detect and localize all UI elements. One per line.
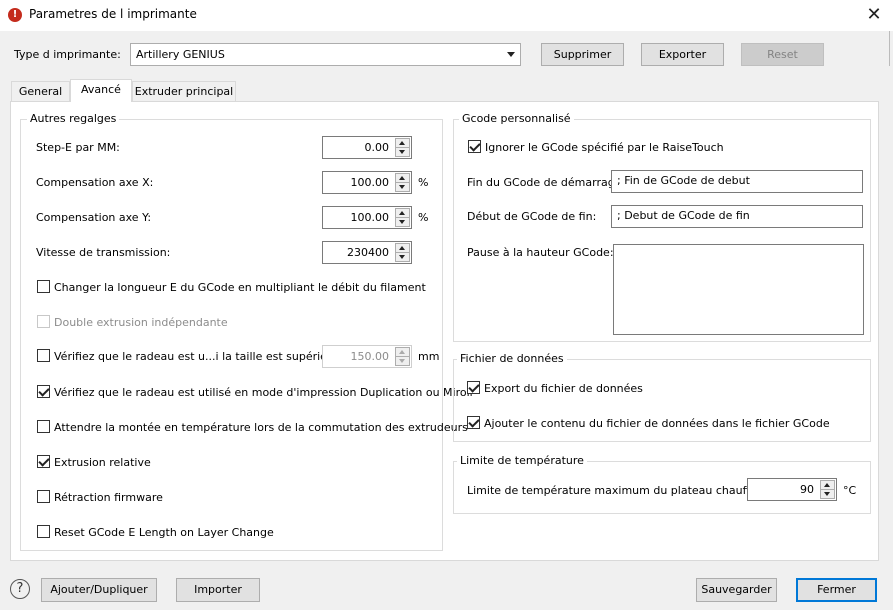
comp-x-unit: % xyxy=(418,176,429,189)
help-icon[interactable]: ? xyxy=(10,579,30,599)
comp-y-value: 100.00 xyxy=(350,211,390,224)
delete-button[interactable]: Supprimer xyxy=(541,43,624,66)
comp-x-value: 100.00 xyxy=(350,176,390,189)
firmware-retraction-checkbox[interactable] xyxy=(37,490,50,503)
baud-rate-value: 230400 xyxy=(347,246,389,259)
step-e-label: Step-E par MM: xyxy=(36,141,120,154)
spin-down-icon[interactable] xyxy=(395,217,410,227)
comp-y-label: Compensation axe Y: xyxy=(36,211,152,224)
independent-dual-checkbox[interactable] xyxy=(37,315,50,328)
raft-size-spinner[interactable]: 150.00 xyxy=(322,345,412,368)
tab-general[interactable]: General xyxy=(11,81,70,102)
tab-join xyxy=(71,100,131,103)
comp-x-spinner[interactable]: 100.00 xyxy=(322,171,412,194)
multiply-e-length-label: Changer la longueur E du GCode en multip… xyxy=(54,281,426,294)
multiply-e-length-checkbox[interactable] xyxy=(37,280,50,293)
bed-temp-value: 90 xyxy=(800,483,814,496)
printer-type-label: Type d imprimante: xyxy=(14,48,121,61)
printer-select-value: Artillery GENIUS xyxy=(136,48,225,61)
firmware-retraction-label: Rétraction firmware xyxy=(54,491,163,504)
spin-down-icon[interactable] xyxy=(395,252,410,262)
step-e-value: 0.00 xyxy=(364,141,390,154)
window-title: Parametres de l imprimante xyxy=(29,7,197,21)
save-button[interactable]: Sauvegarder xyxy=(696,578,777,602)
ignore-gcode-label: Ignorer le GCode spécifié par le RaiseTo… xyxy=(485,141,724,154)
end-gcode-start-label: Début de GCode de fin: xyxy=(467,210,597,223)
relative-extrusion-checkbox[interactable] xyxy=(37,455,50,468)
app-icon: ! xyxy=(8,8,22,22)
reset-e-length-label: Reset GCode E Length on Layer Change xyxy=(54,526,274,539)
tab-main-extruder[interactable]: Extruder principal xyxy=(132,81,236,102)
data-file-title: Fichier de données xyxy=(457,352,567,365)
raft-size-label: Vérifiez que le radeau est u...i la tail… xyxy=(54,350,356,363)
raft-size-value: 150.00 xyxy=(350,350,390,363)
close-icon[interactable]: ✕ xyxy=(857,3,891,27)
spin-down-icon[interactable] xyxy=(395,147,410,157)
temp-limit-title: Limite de température xyxy=(457,454,587,467)
export-data-checkbox[interactable] xyxy=(467,381,480,394)
printer-select[interactable]: Artillery GENIUS xyxy=(130,43,521,66)
raft-size-unit: mm xyxy=(418,350,440,363)
comp-x-label: Compensation axe X: xyxy=(36,176,154,189)
pause-gcode-textarea[interactable] xyxy=(613,244,864,335)
wait-temp-checkbox[interactable] xyxy=(37,420,50,433)
reset-e-length-checkbox[interactable] xyxy=(37,525,50,538)
comp-y-unit: % xyxy=(418,211,429,224)
end-gcode-start-input[interactable]: ; Debut de GCode de fin xyxy=(611,205,863,228)
start-gcode-end-input[interactable]: ; Fin de GCode de debut xyxy=(611,170,863,193)
spin-down-icon[interactable] xyxy=(395,356,410,366)
bed-temp-unit: °C xyxy=(843,484,857,497)
spin-down-icon[interactable] xyxy=(395,182,410,192)
divider xyxy=(889,31,890,66)
independent-dual-label: Double extrusion indépendante xyxy=(54,316,228,329)
bed-temp-spinner[interactable]: 90 xyxy=(747,478,837,501)
raft-duplication-checkbox[interactable] xyxy=(37,385,50,398)
export-data-label: Export du fichier de données xyxy=(484,382,643,395)
pause-gcode-label: Pause à la hauteur GCode: xyxy=(467,246,614,259)
raft-size-checkbox[interactable] xyxy=(37,349,50,362)
spin-down-icon[interactable] xyxy=(820,489,835,499)
add-duplicate-button[interactable]: Ajouter/Dupliquer xyxy=(41,578,157,602)
chevron-down-icon xyxy=(507,52,515,57)
append-data-checkbox[interactable] xyxy=(467,416,480,429)
reset-button[interactable]: Reset xyxy=(741,43,824,66)
relative-extrusion-label: Extrusion relative xyxy=(54,456,151,469)
other-settings-title: Autres regalges xyxy=(27,112,120,125)
start-gcode-end-label: Fin du GCode de démarrage: xyxy=(467,176,626,189)
append-data-label: Ajouter le contenu du fichier de données… xyxy=(484,417,830,430)
baud-rate-spinner[interactable]: 230400 xyxy=(322,241,412,264)
import-button[interactable]: Importer xyxy=(176,578,260,602)
ignore-gcode-checkbox[interactable] xyxy=(468,140,481,153)
bed-temp-label: Limite de température maximum du plateau… xyxy=(467,484,772,497)
wait-temp-label: Attendre la montée en température lors d… xyxy=(54,421,468,434)
comp-y-spinner[interactable]: 100.00 xyxy=(322,206,412,229)
baud-rate-label: Vitesse de transmission: xyxy=(36,246,171,259)
tab-advanced[interactable]: Avancé xyxy=(70,79,132,102)
raft-duplication-label: Vérifiez que le radeau est utilisé en mo… xyxy=(54,386,475,399)
custom-gcode-title: Gcode personnalisé xyxy=(459,112,574,125)
close-button[interactable]: Fermer xyxy=(796,578,877,602)
export-button[interactable]: Exporter xyxy=(641,43,724,66)
step-e-spinner[interactable]: 0.00 xyxy=(322,136,412,159)
